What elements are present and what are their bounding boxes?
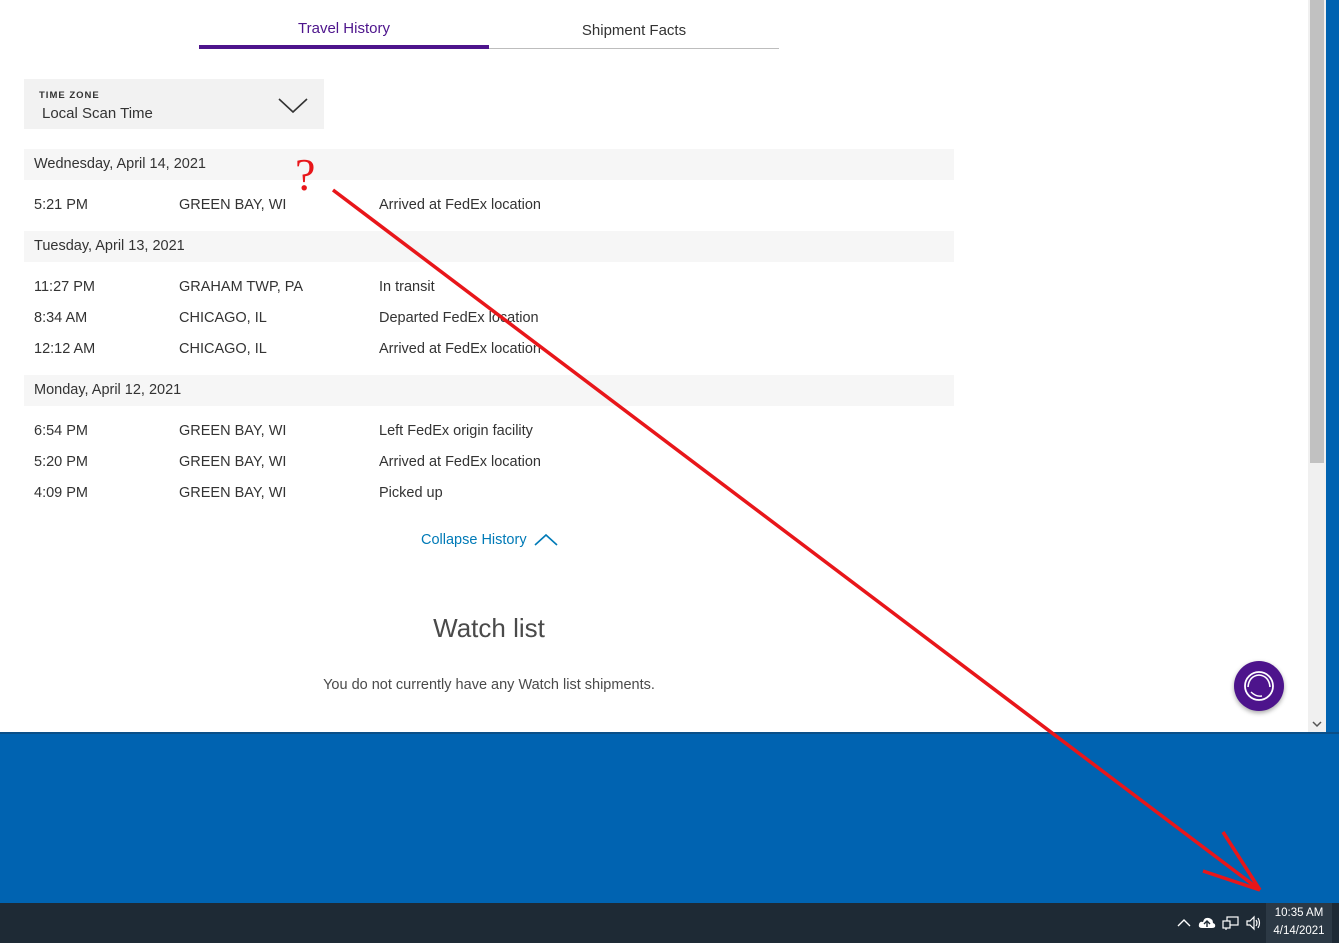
browser-window: Travel History Shipment Facts TIME ZONE … bbox=[0, 0, 1326, 732]
scan-event-row: 12:12 AM CHICAGO, IL Arrived at FedEx lo… bbox=[24, 337, 954, 361]
tracking-page: Travel History Shipment Facts TIME ZONE … bbox=[0, 0, 1308, 716]
scan-event-row: 8:34 AM CHICAGO, IL Departed FedEx locat… bbox=[24, 306, 954, 330]
watchlist-title: Watch list bbox=[433, 613, 545, 643]
chevron-down-icon bbox=[278, 98, 308, 114]
taskbar: 10:35 AM 4/14/2021 bbox=[0, 903, 1339, 943]
event-status: Departed FedEx location bbox=[379, 310, 539, 326]
event-time: 4:09 PM bbox=[34, 485, 88, 501]
event-status: Arrived at FedEx location bbox=[379, 341, 541, 357]
date-label: Tuesday, April 13, 2021 bbox=[34, 238, 185, 254]
tab-label: Shipment Facts bbox=[581, 22, 687, 39]
scan-event-row: 5:21 PM GREEN BAY, WI Arrived at FedEx l… bbox=[24, 193, 954, 217]
event-time: 5:21 PM bbox=[34, 197, 88, 213]
event-location: GREEN BAY, WI bbox=[179, 423, 287, 439]
page-scrollbar[interactable] bbox=[1308, 0, 1326, 732]
volume-icon[interactable] bbox=[1245, 915, 1263, 931]
date-label: Wednesday, April 14, 2021 bbox=[34, 156, 206, 172]
clock-time: 10:35 AM bbox=[1274, 907, 1324, 919]
tab-travel-history[interactable]: Travel History bbox=[199, 0, 489, 49]
clock-date: 4/14/2021 bbox=[1273, 925, 1325, 937]
scan-event-row: 6:54 PM GREEN BAY, WI Left FedEx origin … bbox=[24, 419, 954, 443]
timezone-label: TIME ZONE bbox=[39, 90, 100, 101]
event-status: Arrived at FedEx location bbox=[379, 454, 541, 470]
collapse-history-label: Collapse History bbox=[421, 532, 527, 548]
scrollbar-thumb[interactable] bbox=[1310, 0, 1324, 463]
event-status: In transit bbox=[379, 279, 435, 295]
chat-support-button[interactable] bbox=[1234, 661, 1284, 711]
network-icon[interactable] bbox=[1222, 915, 1240, 931]
window-shadow bbox=[0, 732, 1339, 734]
date-label: Monday, April 12, 2021 bbox=[34, 382, 182, 398]
collapse-history-link[interactable]: Collapse History bbox=[421, 530, 561, 550]
timezone-select[interactable]: TIME ZONE Local Scan Time bbox=[24, 79, 324, 129]
event-location: CHICAGO, IL bbox=[179, 341, 267, 357]
event-time: 12:12 AM bbox=[34, 341, 96, 357]
history-tabs: Travel History Shipment Facts bbox=[199, 0, 779, 49]
timezone-value: Local Scan Time bbox=[42, 105, 153, 122]
event-status: Arrived at FedEx location bbox=[379, 197, 541, 213]
event-time: 11:27 PM bbox=[34, 279, 95, 295]
headset-icon bbox=[1244, 671, 1274, 701]
tab-shipment-facts[interactable]: Shipment Facts bbox=[489, 0, 779, 49]
scroll-down-arrow-icon[interactable] bbox=[1309, 716, 1325, 732]
event-location: GREEN BAY, WI bbox=[179, 454, 287, 470]
scan-event-row: 11:27 PM GRAHAM TWP, PA In transit bbox=[24, 275, 954, 299]
event-location: GREEN BAY, WI bbox=[179, 485, 287, 501]
event-time: 8:34 AM bbox=[34, 310, 88, 326]
event-status: Left FedEx origin facility bbox=[379, 423, 533, 439]
cloud-icon[interactable] bbox=[1198, 915, 1216, 931]
event-location: GRAHAM TWP, PA bbox=[179, 279, 304, 295]
watchlist-empty-message: You do not currently have any Watch list… bbox=[323, 677, 655, 693]
event-time: 6:54 PM bbox=[34, 423, 88, 439]
event-time: 5:20 PM bbox=[34, 454, 88, 470]
taskbar-clock[interactable]: 10:35 AM 4/14/2021 bbox=[1266, 903, 1332, 943]
date-header: Tuesday, April 13, 2021 bbox=[24, 231, 954, 262]
event-location: GREEN BAY, WI bbox=[179, 197, 287, 213]
date-header: Monday, April 12, 2021 bbox=[24, 375, 954, 406]
chevron-up-icon bbox=[534, 533, 558, 546]
event-location: CHICAGO, IL bbox=[179, 310, 267, 326]
event-status: Picked up bbox=[379, 485, 443, 501]
scan-event-row: 4:09 PM GREEN BAY, WI Picked up bbox=[24, 481, 954, 505]
arrowhead-annotation bbox=[1221, 831, 1262, 891]
tab-label: Travel History bbox=[298, 20, 390, 37]
arrowhead-annotation bbox=[1202, 869, 1261, 892]
date-header: Wednesday, April 14, 2021 bbox=[24, 149, 954, 180]
scan-event-row: 5:20 PM GREEN BAY, WI Arrived at FedEx l… bbox=[24, 450, 954, 474]
show-hidden-icons-chevron-icon[interactable] bbox=[1175, 915, 1193, 931]
